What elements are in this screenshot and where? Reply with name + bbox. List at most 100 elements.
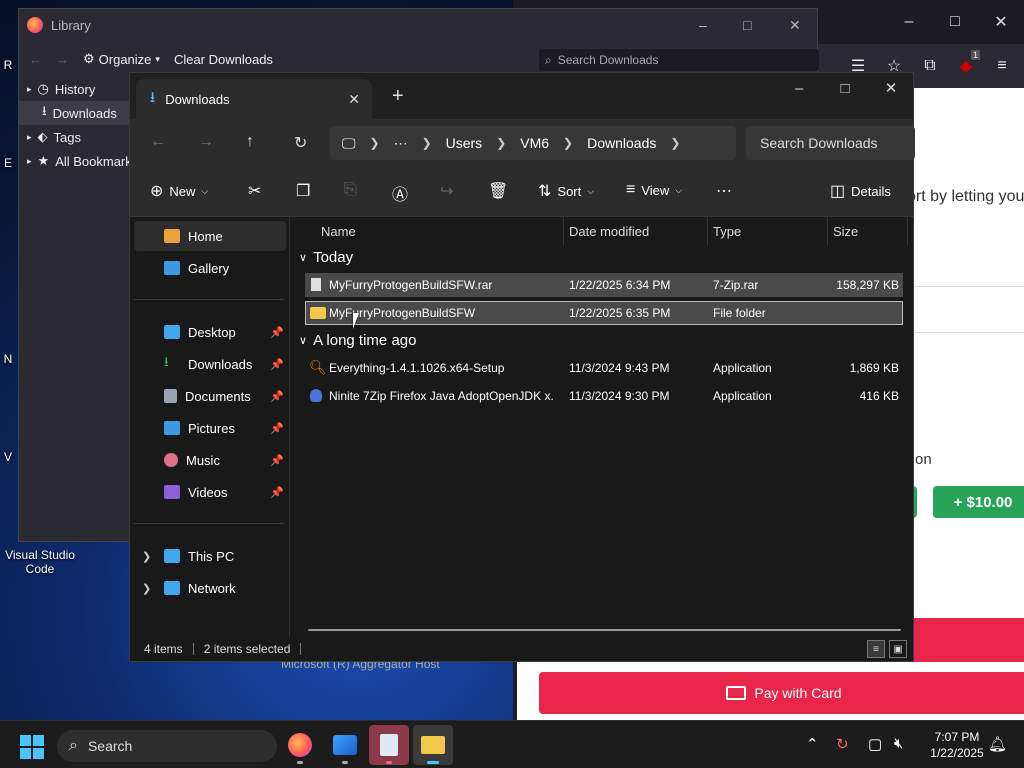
nav-item-pictures[interactable]: Pictures 📌 [134,413,286,443]
tree-item-history[interactable]: ▸ ◷ History [19,77,131,101]
cut-icon[interactable]: ✂ [248,181,261,201]
pin-icon[interactable]: 📌 [270,422,284,435]
column-name[interactable]: Name [321,224,356,239]
chevron-right-icon[interactable]: ❯ [142,582,151,595]
nav-item-videos[interactable]: Videos 📌 [134,477,286,507]
clear-downloads-button[interactable]: Clear Downloads [174,52,273,67]
pin-icon[interactable]: 📌 [270,326,284,339]
group-header-today[interactable]: ∨ Today [299,249,353,266]
pin-icon[interactable]: 📌 [270,390,284,403]
organize-button[interactable]: ⚙ Organize ▾ [83,51,160,67]
notepad-taskbar-icon[interactable] [369,725,409,765]
horizontal-scrollbar[interactable] [308,629,901,631]
column-size[interactable]: Size [833,224,858,239]
tree-label: All Bookmarks [55,153,131,169]
search-input[interactable]: Search Downloads [746,126,915,160]
maximize-icon[interactable]: □ [932,0,978,44]
amount-10-button[interactable]: + $10.00 [933,486,1024,518]
chevron-right-icon[interactable]: ❯ [142,550,151,563]
breadcrumb-item[interactable]: Users [446,135,483,151]
extensions-icon[interactable]: ⧉ [914,50,946,82]
pin-icon[interactable]: 📌 [270,486,284,499]
file-row[interactable]: Ninite 7Zip Firefox Java AdoptOpenJDK x.… [305,384,903,408]
nav-item-gallery[interactable]: Gallery [134,253,286,283]
nav-item-home[interactable]: Home [134,221,286,251]
maximize-icon[interactable]: □ [822,73,868,103]
nav-item-downloads[interactable]: ⭳ Downloads 📌 [134,349,286,379]
file-row[interactable]: 🔍︎ Everything-1.4.1.1026.x64-Setup 11/3/… [305,356,903,380]
menu-icon[interactable]: ≡ [986,50,1018,82]
back-icon[interactable]: ← [29,52,42,67]
nav-item-network[interactable]: ❯ Network [134,573,286,603]
tab-downloads[interactable]: ⭳ Downloads ✕ [136,79,372,119]
nav-item-this-pc[interactable]: ❯ This PC [134,541,286,571]
close-icon[interactable]: ✕ [868,73,914,103]
nav-label: Network [188,580,236,596]
paste-icon[interactable]: ⎘ [344,181,357,199]
network-icon[interactable]: ▢ [868,735,882,753]
tree-item-bookmarks[interactable]: ▸ ★ All Bookmarks [19,149,131,173]
tree-item-tags[interactable]: ▸ ⬖ Tags [19,125,131,149]
notification-bell-icon[interactable]: 🔔︎ [988,735,1007,753]
refresh-icon[interactable]: ↻ [294,133,307,153]
archive-icon [311,278,321,291]
minimize-icon[interactable]: – [776,73,822,103]
new-button[interactable]: ⊕ New ⌵ [150,181,208,201]
pin-icon[interactable]: 📌 [270,358,284,371]
photos-taskbar-icon[interactable] [325,725,365,765]
delete-icon[interactable]: 🗑 [488,181,508,201]
pin-icon[interactable]: 📌 [270,454,284,467]
status-bar: 4 items 2 items selected ≡ ▣ [130,637,913,661]
nav-item-desktop[interactable]: Desktop 📌 [134,317,286,347]
column-date[interactable]: Date modified [569,224,649,239]
file-size: 1,869 KB [849,361,899,375]
more-icon[interactable]: ⋯ [394,135,408,152]
column-type[interactable]: Type [713,224,741,239]
details-button[interactable]: ◫ Details [830,181,891,201]
sort-button[interactable]: ⇅ Sort ⌵ [538,181,594,201]
minimize-icon[interactable]: – [886,0,932,44]
tree-item-downloads[interactable]: ⭳ Downloads [19,101,131,125]
new-tab-icon[interactable]: + [392,85,404,108]
library-search-input[interactable]: ⌕ Search Downloads [539,49,819,71]
share-icon[interactable]: ↪ [440,181,453,201]
back-icon[interactable]: ← [150,133,166,151]
copy-icon[interactable]: ❐ [296,181,310,201]
breadcrumb[interactable]: 🖵 ❯ ⋯ ❯ Users ❯ VM6 ❯ Downloads ❯ [330,126,736,160]
rename-icon[interactable]: Ⓐ [392,181,408,205]
minimize-icon[interactable]: – [699,17,707,33]
volume-muted-icon[interactable]: 🔇︎ [894,735,903,752]
selection-count: 2 items selected [203,642,291,656]
forward-icon[interactable]: → [56,52,69,67]
file-name: MyFurryProtogenBuildSFW [329,306,476,320]
tiles-view-icon[interactable]: ▣ [889,640,907,658]
start-button[interactable] [20,735,44,759]
taskbar-search[interactable]: ⌕ Search [57,730,277,762]
close-icon[interactable]: ✕ [789,17,801,34]
file-row[interactable]: MyFurryProtogenBuildSFW.rar 1/22/2025 6:… [305,273,903,297]
maximize-icon[interactable]: □ [743,17,751,33]
clock[interactable]: 7:07 PM 1/22/2025 [920,729,994,761]
breadcrumb-item[interactable]: VM6 [520,135,549,151]
file-row[interactable]: MyFurryProtogenBuildSFW 1/22/2025 6:35 P… [305,301,903,325]
chevron-up-icon[interactable]: ⌃ [806,735,819,753]
nav-item-documents[interactable]: Documents 📌 [134,381,286,411]
firefox-taskbar-icon[interactable] [280,725,320,765]
desktop-icon-vscode[interactable]: Visual Studio Code [0,548,80,576]
forward-icon[interactable]: → [198,133,214,151]
view-button[interactable]: ≡ View ⌵ [626,181,682,199]
group-header-long-ago[interactable]: ∨ A long time ago [299,332,416,349]
tree-label: History [54,81,96,97]
nav-item-music[interactable]: Music 📌 [134,445,286,475]
details-view-icon[interactable]: ≡ [867,640,885,658]
file-explorer-taskbar-icon[interactable] [413,725,453,765]
breadcrumb-item[interactable]: Downloads [587,135,656,151]
more-options-icon[interactable]: ⋯ [716,181,732,201]
up-icon[interactable]: ↑ [246,133,254,151]
pay-with-card-button[interactable]: Pay with Card [539,672,1024,714]
close-icon[interactable]: ✕ [978,0,1024,44]
ublock-icon[interactable]: ◆ 1 [950,50,982,82]
gear-icon: ⚙ [83,51,95,66]
sync-icon[interactable]: ↻ [836,735,849,753]
close-tab-icon[interactable]: ✕ [348,91,360,108]
